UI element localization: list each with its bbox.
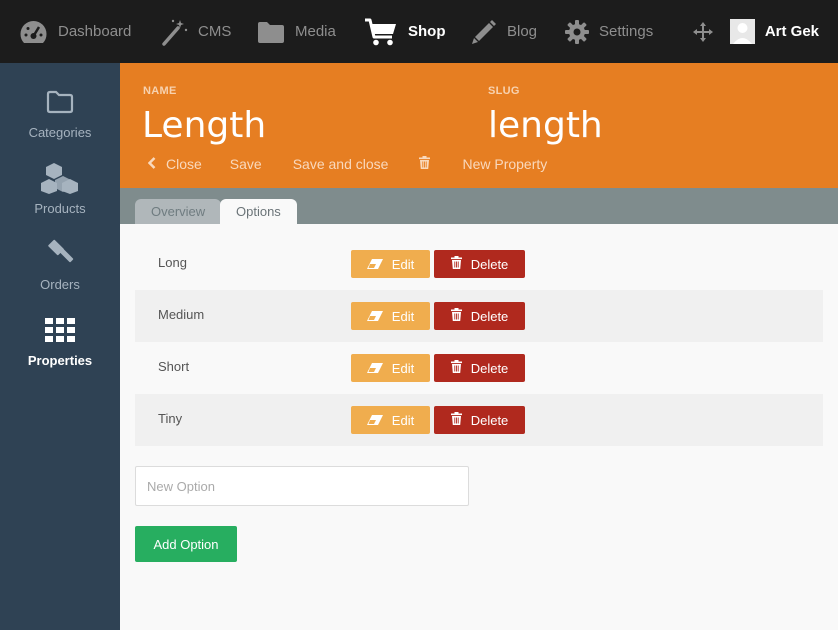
add-option-label: Add Option bbox=[153, 536, 219, 552]
move-arrows-icon[interactable] bbox=[693, 22, 713, 47]
nav-item-label: Blog bbox=[507, 23, 538, 40]
nav-item-label: CMS bbox=[198, 23, 232, 40]
option-row: Tiny Edit Delete bbox=[135, 394, 823, 446]
new-option-input[interactable] bbox=[135, 466, 469, 506]
nav-item-label: Settings bbox=[599, 23, 654, 40]
option-row: Short Edit Delete bbox=[135, 342, 823, 394]
option-name: Medium bbox=[158, 307, 205, 322]
delete-option-button[interactable]: Delete bbox=[434, 302, 525, 330]
option-name: Short bbox=[158, 359, 190, 374]
user-menu[interactable]: Art Gek bbox=[729, 0, 819, 63]
nav-item-label: Dashboard bbox=[58, 23, 132, 40]
nav-item-media[interactable]: Media bbox=[257, 0, 336, 63]
top-navigation-bar: Dashboard CMS Media Shop Blog Settings A… bbox=[0, 0, 838, 63]
edit-option-button[interactable]: Edit bbox=[351, 302, 430, 330]
cubes-icon bbox=[41, 162, 79, 197]
edit-label: Edit bbox=[391, 412, 415, 428]
pencil-icon bbox=[471, 19, 497, 45]
property-header: NAME Length SLUG length Close Save Save … bbox=[120, 63, 838, 188]
delete-property-button[interactable] bbox=[419, 156, 431, 172]
header-actions: Close Save Save and close New Property bbox=[147, 156, 547, 172]
nav-item-label: Shop bbox=[408, 23, 446, 40]
folder-outline-icon bbox=[46, 90, 74, 117]
grid-icon bbox=[45, 317, 75, 345]
sidebar-item-label: Properties bbox=[27, 353, 93, 368]
nav-item-shop[interactable]: Shop bbox=[364, 0, 446, 63]
sidebar-item-label: Orders bbox=[40, 277, 80, 292]
nav-item-label: Media bbox=[295, 23, 336, 40]
name-label: NAME bbox=[143, 85, 177, 97]
trash-icon bbox=[450, 308, 471, 324]
tab-label: Overview bbox=[151, 204, 206, 219]
edit-option-button[interactable]: Edit bbox=[351, 354, 430, 382]
sidebar-item-orders[interactable]: Orders bbox=[0, 235, 120, 311]
nav-item-settings[interactable]: Settings bbox=[565, 0, 653, 63]
sidebar-item-label: Products bbox=[34, 201, 86, 216]
chevron-left-icon bbox=[147, 156, 156, 172]
user-name: Art Gek bbox=[764, 23, 819, 40]
tab-label: Options bbox=[236, 204, 281, 219]
slug-label: SLUG bbox=[488, 85, 520, 97]
eraser-icon bbox=[366, 361, 392, 376]
edit-label: Edit bbox=[391, 256, 415, 272]
delete-option-button[interactable]: Delete bbox=[434, 250, 525, 278]
delete-option-button[interactable]: Delete bbox=[434, 354, 525, 382]
trash-icon bbox=[450, 360, 471, 376]
tab-overview[interactable]: Overview bbox=[135, 199, 222, 224]
avatar bbox=[729, 19, 755, 44]
sidebar-item-products[interactable]: Products bbox=[0, 159, 120, 235]
add-option-button[interactable]: Add Option bbox=[135, 526, 237, 562]
delete-label: Delete bbox=[470, 360, 509, 376]
new-property-button[interactable]: New Property bbox=[462, 156, 547, 172]
eraser-icon bbox=[366, 413, 392, 428]
edit-label: Edit bbox=[391, 308, 415, 324]
option-row: Medium Edit Delete bbox=[135, 290, 823, 342]
edit-option-button[interactable]: Edit bbox=[351, 406, 430, 434]
trash-icon bbox=[450, 412, 471, 428]
nav-item-dashboard[interactable]: Dashboard bbox=[19, 0, 131, 63]
delete-label: Delete bbox=[470, 308, 509, 324]
trash-icon bbox=[419, 156, 431, 172]
edit-label: Edit bbox=[391, 360, 415, 376]
eraser-icon bbox=[366, 257, 392, 272]
magic-wand-icon bbox=[162, 18, 188, 46]
name-value[interactable]: Length bbox=[142, 105, 266, 146]
delete-label: Delete bbox=[470, 412, 509, 428]
option-row: Long Edit Delete bbox=[135, 238, 823, 290]
sidebar-item-properties[interactable]: Properties bbox=[0, 311, 120, 387]
option-name: Tiny bbox=[158, 411, 183, 426]
options-panel: Long Edit Delete Medium Edit Delete Shor… bbox=[120, 224, 838, 630]
sidebar-item-label: Categories bbox=[28, 125, 92, 140]
folder-icon bbox=[257, 20, 285, 44]
new-property-label: New Property bbox=[462, 156, 548, 172]
tab-options[interactable]: Options bbox=[220, 199, 297, 224]
nav-item-cms[interactable]: CMS bbox=[162, 0, 231, 63]
save-and-close-label: Save and close bbox=[292, 156, 389, 172]
trash-icon bbox=[450, 256, 471, 272]
sidebar: Categories Products Orders Properties bbox=[0, 63, 120, 630]
gavel-icon bbox=[45, 239, 75, 272]
edit-option-button[interactable]: Edit bbox=[351, 250, 430, 278]
save-button[interactable]: Save bbox=[230, 156, 262, 172]
dashboard-gauge-icon bbox=[19, 19, 48, 45]
close-label: Close bbox=[166, 156, 202, 172]
delete-option-button[interactable]: Delete bbox=[434, 406, 525, 434]
sidebar-item-categories[interactable]: Categories bbox=[0, 83, 120, 159]
eraser-icon bbox=[366, 309, 392, 324]
gear-icon bbox=[565, 19, 589, 44]
tab-bar: Overview Options bbox=[120, 188, 838, 224]
slug-value[interactable]: length bbox=[488, 105, 603, 146]
save-and-close-button[interactable]: Save and close bbox=[293, 156, 389, 172]
shopping-cart-icon bbox=[364, 17, 398, 47]
option-name: Long bbox=[158, 255, 187, 270]
delete-label: Delete bbox=[470, 256, 509, 272]
nav-item-blog[interactable]: Blog bbox=[471, 0, 537, 63]
save-label: Save bbox=[229, 156, 262, 172]
close-button[interactable]: Close bbox=[147, 156, 202, 172]
